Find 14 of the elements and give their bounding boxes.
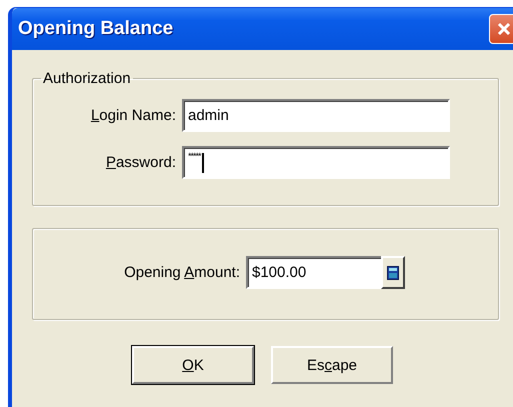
dialog-button[interactable]: Escape <box>271 346 393 384</box>
dialog-button[interactable]: OK <box>132 346 254 384</box>
field-label: Login Name: <box>90 107 177 124</box>
close-button[interactable] <box>489 14 513 44</box>
field-label: Password: <box>104 154 177 171</box>
close-icon <box>496 21 512 37</box>
text-field[interactable]: admin <box>182 99 450 132</box>
calculator-icon <box>387 266 399 280</box>
calculator-button[interactable] <box>381 256 405 289</box>
field-label: Opening Amount: <box>123 264 241 281</box>
group-legend: Authorization <box>41 70 133 87</box>
amount-field[interactable]: $100.00 <box>246 256 383 289</box>
text-field[interactable]: ***** <box>182 146 450 179</box>
window-title: Opening Balance <box>18 18 174 40</box>
